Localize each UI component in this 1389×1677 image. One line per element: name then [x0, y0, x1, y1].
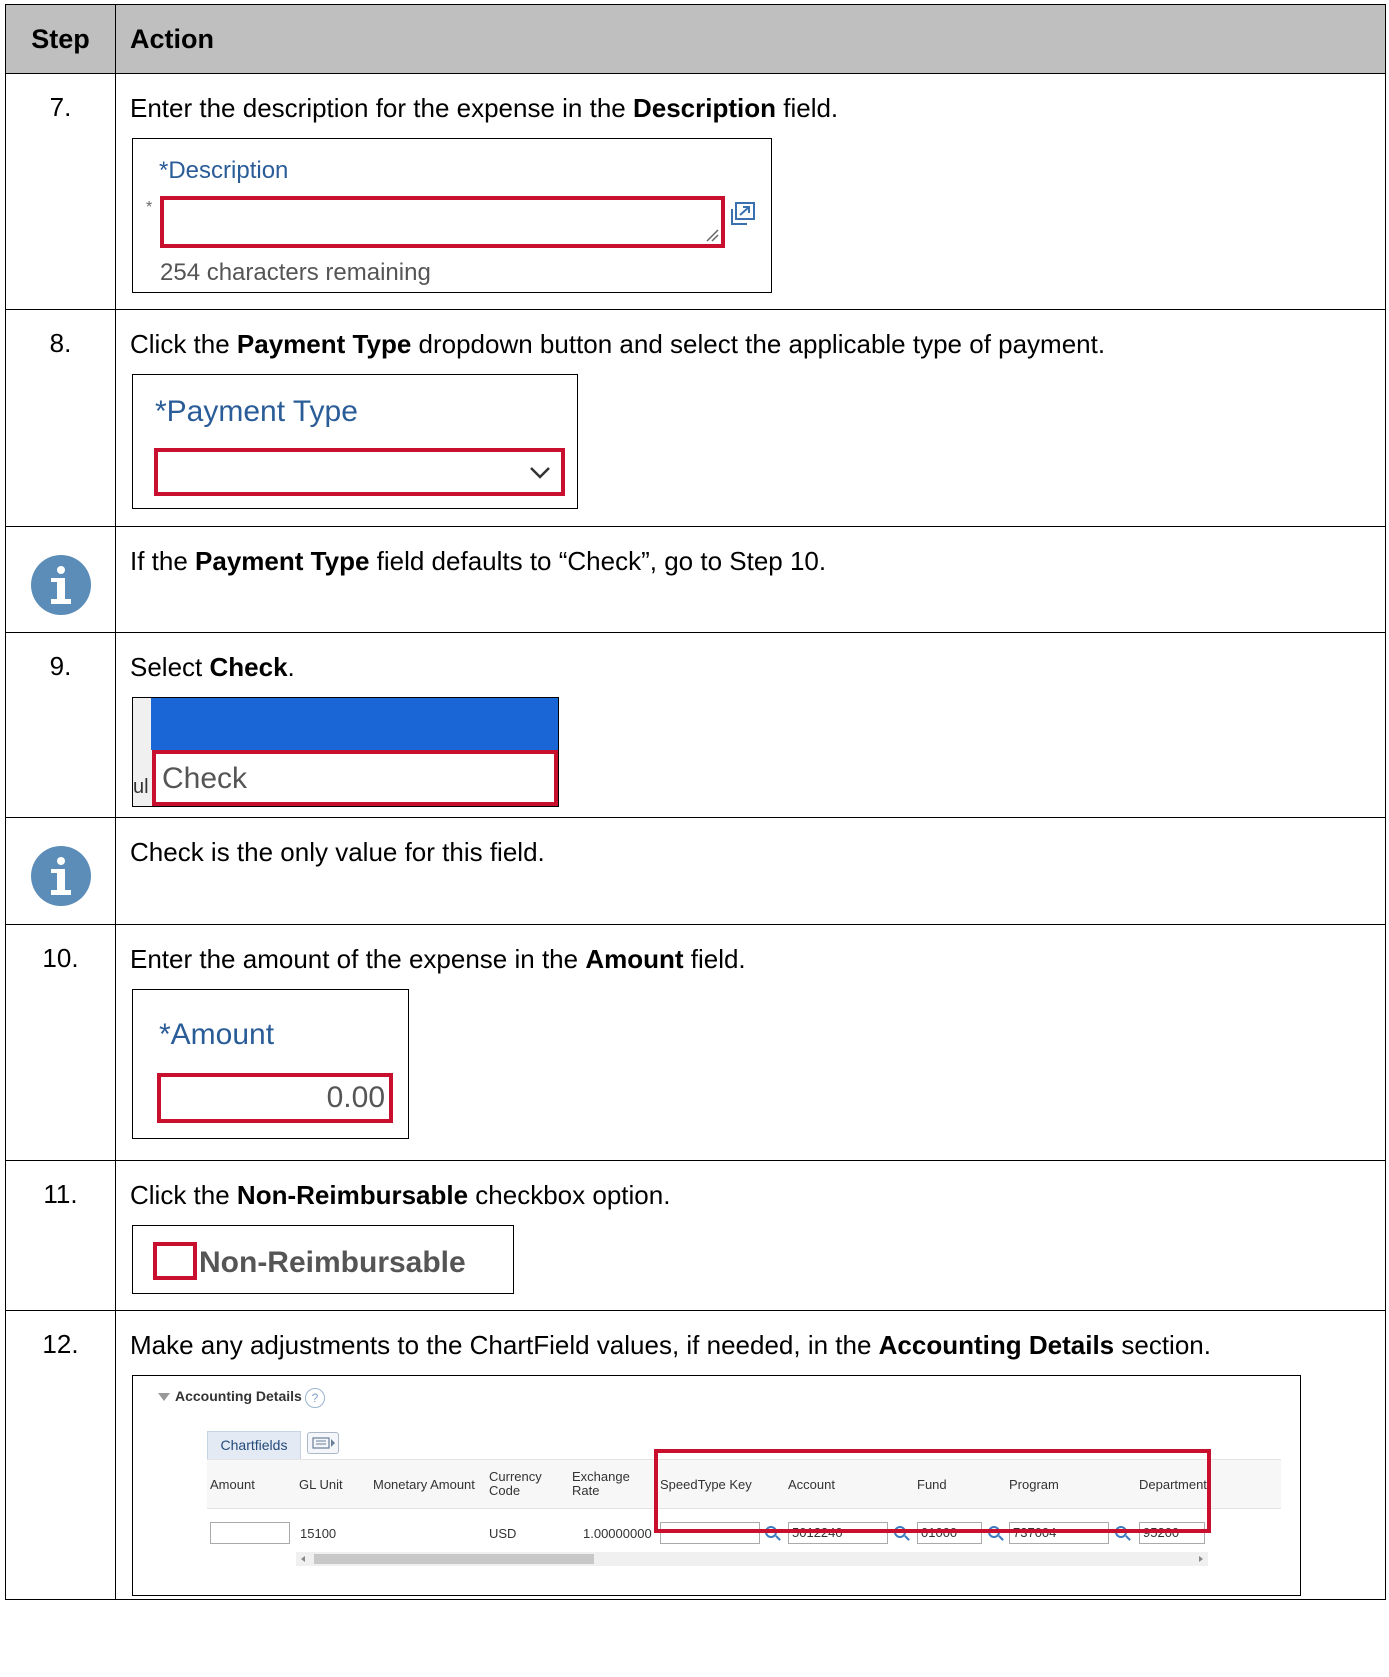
- info-row: Check is the only value for this field.: [5, 817, 1386, 925]
- step-row-8: 8. Click the Payment Type dropdown butto…: [5, 309, 1386, 527]
- step-number: 11.: [5, 1160, 116, 1311]
- instruction-text: Select Check.: [130, 652, 295, 682]
- header-action: Action: [115, 4, 1386, 74]
- gl-unit-value: 15100: [300, 1526, 337, 1541]
- step-number: 7.: [5, 73, 116, 310]
- step-row-7: 7. Enter the description for the expense…: [5, 73, 1386, 310]
- partial-text: ul: [133, 776, 149, 798]
- info-cell: [5, 817, 116, 925]
- required-mark: *: [146, 199, 153, 216]
- step-action: Click the Payment Type dropdown button a…: [115, 309, 1386, 527]
- exchange-rate-value: 1.00000000: [583, 1526, 652, 1541]
- payment-type-dropdown[interactable]: [154, 448, 565, 496]
- info-icon: [30, 846, 91, 906]
- col-exchange-rate: Exchange Rate: [572, 1469, 630, 1498]
- step-row-10: 10. Enter the amount of the expense in t…: [5, 924, 1386, 1161]
- chartfield-highlight: [654, 1449, 1211, 1533]
- payment-type-screenshot: *Payment Type: [132, 374, 578, 509]
- step-action: Click the Non-Reimbursable checkbox opti…: [115, 1160, 1386, 1311]
- instruction-text: Make any adjustments to the ChartField v…: [130, 1330, 1211, 1360]
- step-number: 8.: [5, 309, 116, 527]
- scroll-right-icon[interactable]: [1196, 1552, 1206, 1566]
- step-row-9: 9. Select Check. ul Check: [5, 632, 1386, 818]
- col-gl-unit: GL Unit: [299, 1477, 343, 1492]
- col-currency-code: Currency Code: [489, 1469, 542, 1498]
- info-text: If the Payment Type field defaults to “C…: [130, 546, 827, 576]
- col-amount: Amount: [210, 1477, 255, 1492]
- chevron-down-icon: [530, 467, 550, 479]
- step-action: Enter the amount of the expense in the A…: [115, 924, 1386, 1161]
- instruction-text: Enter the description for the expense in…: [130, 93, 839, 123]
- header-step: Step: [5, 4, 116, 74]
- tab-chartfields[interactable]: Chartfields: [207, 1431, 301, 1459]
- step-number: 12.: [5, 1310, 116, 1600]
- amount-label: *Amount: [159, 1018, 275, 1051]
- amount-screenshot: *Amount 0.00: [132, 989, 409, 1139]
- selected-option-highlight: [151, 698, 558, 750]
- info-text-cell: Check is the only value for this field.: [115, 817, 1386, 925]
- help-icon[interactable]: ?: [305, 1388, 325, 1408]
- info-text: Check is the only value for this field.: [130, 837, 545, 867]
- instruction-text: Click the Non-Reimbursable checkbox opti…: [130, 1180, 671, 1210]
- amount-input[interactable]: [210, 1522, 290, 1544]
- check-option[interactable]: Check: [152, 750, 558, 806]
- description-textarea[interactable]: [160, 196, 725, 248]
- scroll-left-icon[interactable]: [298, 1552, 308, 1566]
- description-screenshot: *Description * 254 characters remaining: [132, 138, 772, 293]
- step-number: 10.: [5, 924, 116, 1161]
- payment-options-screenshot: ul Check: [132, 697, 559, 807]
- non-reimbursable-screenshot: Non-Reimbursable: [132, 1225, 514, 1294]
- info-row: If the Payment Type field defaults to “C…: [5, 526, 1386, 633]
- scrollbar-thumb[interactable]: [314, 1554, 594, 1564]
- info-cell: [5, 526, 116, 633]
- description-label: *Description: [159, 157, 289, 184]
- currency-value: USD: [489, 1526, 517, 1541]
- instruction-text: Click the Payment Type dropdown button a…: [130, 329, 1106, 359]
- step-row-12: 12. Make any adjustments to the ChartFie…: [5, 1310, 1386, 1600]
- step-action: Select Check. ul Check: [115, 632, 1386, 818]
- step-row-11: 11. Click the Non-Reimbursable checkbox …: [5, 1160, 1386, 1311]
- col-monetary-amount: Monetary Amount: [373, 1477, 475, 1492]
- info-text-cell: If the Payment Type field defaults to “C…: [115, 526, 1386, 633]
- amount-value: 0.00: [326, 1081, 385, 1114]
- characters-remaining: 254 characters remaining: [160, 259, 431, 286]
- horizontal-scrollbar[interactable]: [296, 1552, 1208, 1566]
- expand-icon[interactable]: [729, 201, 757, 227]
- instruction-text: Enter the amount of the expense in the A…: [130, 944, 746, 974]
- steps-table: Step Action 7. Enter the description for…: [5, 4, 1386, 1600]
- step-action: Enter the description for the expense in…: [115, 73, 1386, 310]
- page: Step Action 7. Enter the description for…: [0, 0, 1389, 1677]
- amount-input[interactable]: 0.00: [157, 1073, 393, 1123]
- resize-handle-icon: [706, 229, 719, 242]
- payment-type-label: *Payment Type: [155, 395, 358, 428]
- collapse-triangle-icon[interactable]: [157, 1392, 171, 1402]
- table-header-row: Step Action: [5, 4, 1386, 74]
- non-reimbursable-label: Non-Reimbursable: [199, 1246, 466, 1279]
- show-all-columns-icon[interactable]: [307, 1432, 339, 1454]
- non-reimbursable-checkbox[interactable]: [153, 1242, 197, 1280]
- step-number: 9.: [5, 632, 116, 818]
- info-icon: [30, 555, 91, 615]
- accounting-details-screenshot: Accounting Details ? Chartfields Amount …: [132, 1375, 1301, 1596]
- section-title: Accounting Details: [175, 1388, 302, 1404]
- step-action: Make any adjustments to the ChartField v…: [115, 1310, 1386, 1600]
- check-option-label: Check: [162, 762, 248, 795]
